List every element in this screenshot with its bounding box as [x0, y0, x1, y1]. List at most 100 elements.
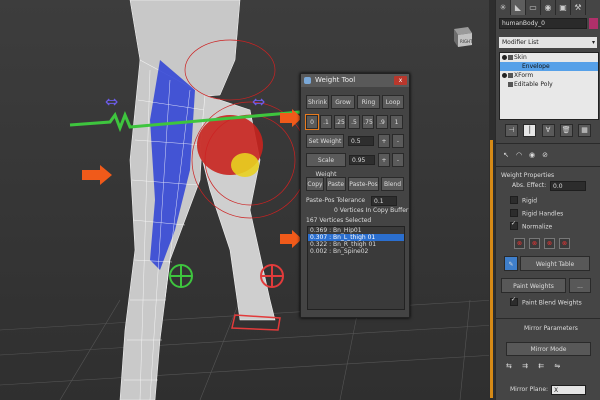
select-excluded-icon[interactable]: ⊗: [544, 238, 555, 249]
divider: [496, 166, 600, 167]
show-end-result-icon[interactable]: │: [523, 124, 537, 137]
scale-weight-minus-button[interactable]: -: [392, 153, 404, 167]
mirror-parameters-title: Mirror Parameters: [524, 325, 578, 332]
pin-stack-icon[interactable]: ⊣: [505, 124, 518, 137]
set-weight-minus-button[interactable]: -: [392, 134, 404, 148]
include-icon[interactable]: ⊗: [529, 238, 540, 249]
stack-item-xform[interactable]: XForm: [500, 71, 598, 80]
scale-weight-plus-button[interactable]: +: [378, 153, 390, 167]
transform-arrow-left-icon[interactable]: ⇔: [105, 92, 118, 111]
expand-icon[interactable]: [508, 73, 513, 78]
preset-0-button[interactable]: 0: [305, 114, 319, 130]
preset-05-button[interactable]: .5: [348, 115, 360, 129]
mirror-paste-blue-icon[interactable]: ⇇: [538, 362, 544, 370]
envelope-icon[interactable]: ◉: [527, 150, 537, 160]
scale-weight-button[interactable]: Scale Weight: [306, 153, 346, 178]
list-item[interactable]: 0.002 : Bn_Spine02: [308, 248, 404, 255]
weight-tool-dialog: Weight Tool x Shrink Grow Ring Loop 0 .1…: [300, 73, 410, 318]
stack-item-editable-poly[interactable]: Editable Poly: [500, 80, 598, 89]
stack-item-envelope[interactable]: Envelope: [500, 62, 598, 71]
loop-button[interactable]: Loop: [382, 95, 404, 109]
weight-table-button[interactable]: Weight Table: [520, 256, 590, 271]
rigid-handles-checkbox[interactable]: Rigid Handles: [510, 209, 563, 218]
tab-hierarchy[interactable]: ▭: [526, 0, 541, 15]
shrink-button[interactable]: Shrink: [306, 95, 329, 109]
grow-button[interactable]: Grow: [331, 95, 355, 109]
mirror-paste-icon[interactable]: ⇆: [506, 362, 512, 370]
expand-icon[interactable]: [508, 55, 513, 60]
scene-render[interactable]: ⇔ ⇔: [0, 0, 495, 400]
eye-icon[interactable]: [502, 73, 507, 78]
set-weight-field[interactable]: 0.5: [348, 136, 374, 146]
preset-025-button[interactable]: .25: [334, 115, 346, 129]
scroll-thumb[interactable]: [490, 140, 493, 398]
expand-icon[interactable]: [508, 82, 513, 87]
normalize-checkbox[interactable]: Normalize: [510, 220, 552, 231]
scale-weight-field[interactable]: 0.95: [349, 155, 375, 165]
tab-utilities[interactable]: ⚒: [571, 0, 586, 15]
blend-button[interactable]: Blend: [381, 177, 404, 191]
paint-brush-icon[interactable]: ✎: [504, 256, 518, 271]
viewcube[interactable]: RIGHT: [446, 25, 476, 49]
exclude-icon[interactable]: ⊗: [514, 238, 525, 249]
close-button[interactable]: x: [394, 76, 407, 85]
weight-tool-titlebar[interactable]: Weight Tool x: [301, 74, 409, 87]
modifier-list-dropdown[interactable]: Modifier List ▾: [499, 37, 597, 48]
mirror-plane-dropdown[interactable]: X: [551, 385, 586, 395]
object-name-field[interactable]: humanBody_0: [499, 18, 587, 29]
eye-icon[interactable]: [502, 55, 507, 60]
rigid-checkbox[interactable]: Rigid: [510, 196, 537, 205]
weight-tool-title: Weight Tool: [315, 76, 356, 84]
bone-weight-list[interactable]: 0.369 : Bn_Hip01 0.307 : Bn_L_thigh 01 0…: [307, 226, 405, 310]
set-weight-plus-button[interactable]: +: [378, 134, 390, 148]
viewport[interactable]: ⇔ ⇔ RIGHT: [0, 0, 495, 400]
spline-icon[interactable]: ◠: [514, 150, 524, 160]
tolerance-label: Paste-Pos Tolerance: [306, 197, 366, 204]
paste-button[interactable]: Paste: [326, 177, 346, 191]
weight-tool-icon: [304, 77, 311, 84]
mirror-paste-all-icon[interactable]: ⇋: [554, 362, 560, 370]
object-color-swatch[interactable]: [589, 18, 598, 29]
preset-075-button[interactable]: .75: [362, 115, 374, 129]
remove-modifier-icon[interactable]: 🗑: [559, 124, 573, 137]
weight-yellow-region: [231, 153, 259, 177]
tab-display[interactable]: ▣: [556, 0, 571, 15]
paint-blend-weights-checkbox[interactable]: Paint Blend Weights: [510, 296, 582, 307]
mirror-tools: ⇆ ⇉ ⇇ ⇋: [506, 362, 591, 374]
mirror-mode-button[interactable]: Mirror Mode: [506, 342, 591, 356]
select-icon[interactable]: ↖: [501, 150, 511, 160]
preset-01-button[interactable]: .1: [320, 115, 332, 129]
paint-options-button[interactable]: ...: [569, 278, 591, 293]
mirror-paste-green-icon[interactable]: ⇉: [522, 362, 528, 370]
tab-create[interactable]: ✳: [496, 0, 511, 15]
list-item-selected[interactable]: 0.307 : Bn_L_thigh 01: [308, 234, 404, 241]
preset-1-button[interactable]: 1: [390, 115, 403, 129]
bake-icon[interactable]: ⊗: [559, 238, 570, 249]
paint-weights-button[interactable]: Paint Weights: [501, 278, 566, 293]
exclude-tools: ⊗ ⊗ ⊗ ⊗: [514, 238, 580, 249]
transform-arrow-right-icon[interactable]: ⇔: [252, 92, 265, 111]
stack-item-skin[interactable]: Skin: [500, 53, 598, 62]
callout-arrow-icon: [280, 230, 302, 248]
abs-effect-field[interactable]: 0.0: [550, 181, 586, 191]
brush-icon[interactable]: ⊘: [540, 150, 550, 160]
preset-09-button[interactable]: .9: [376, 115, 388, 129]
tolerance-field[interactable]: 0.1: [371, 196, 397, 206]
modifier-list-label: Modifier List: [502, 39, 539, 46]
configure-sets-icon[interactable]: ▦: [578, 124, 591, 137]
divider: [496, 318, 600, 319]
paste-pos-button[interactable]: Paste-Pos: [348, 177, 379, 191]
set-weight-button[interactable]: Set Weight: [306, 134, 344, 148]
modifier-stack[interactable]: Skin Envelope XForm Editable Poly: [499, 52, 599, 120]
list-item[interactable]: 0.369 : Bn_Hip01: [308, 227, 404, 234]
divider: [496, 143, 600, 144]
panel-tabs: ✳ ◣ ▭ ◉ ▣ ⚒: [496, 0, 600, 15]
list-item[interactable]: 0.322 : Bn_R_thigh 01: [308, 241, 404, 248]
crosshair-green-icon[interactable]: [169, 264, 193, 288]
copy-button[interactable]: Copy: [306, 177, 324, 191]
tab-motion[interactable]: ◉: [541, 0, 556, 15]
ring-button[interactable]: Ring: [357, 95, 380, 109]
crosshair-red-icon[interactable]: [260, 264, 284, 288]
tab-modify[interactable]: ◣: [511, 0, 526, 15]
make-unique-icon[interactable]: ∀: [541, 124, 555, 137]
